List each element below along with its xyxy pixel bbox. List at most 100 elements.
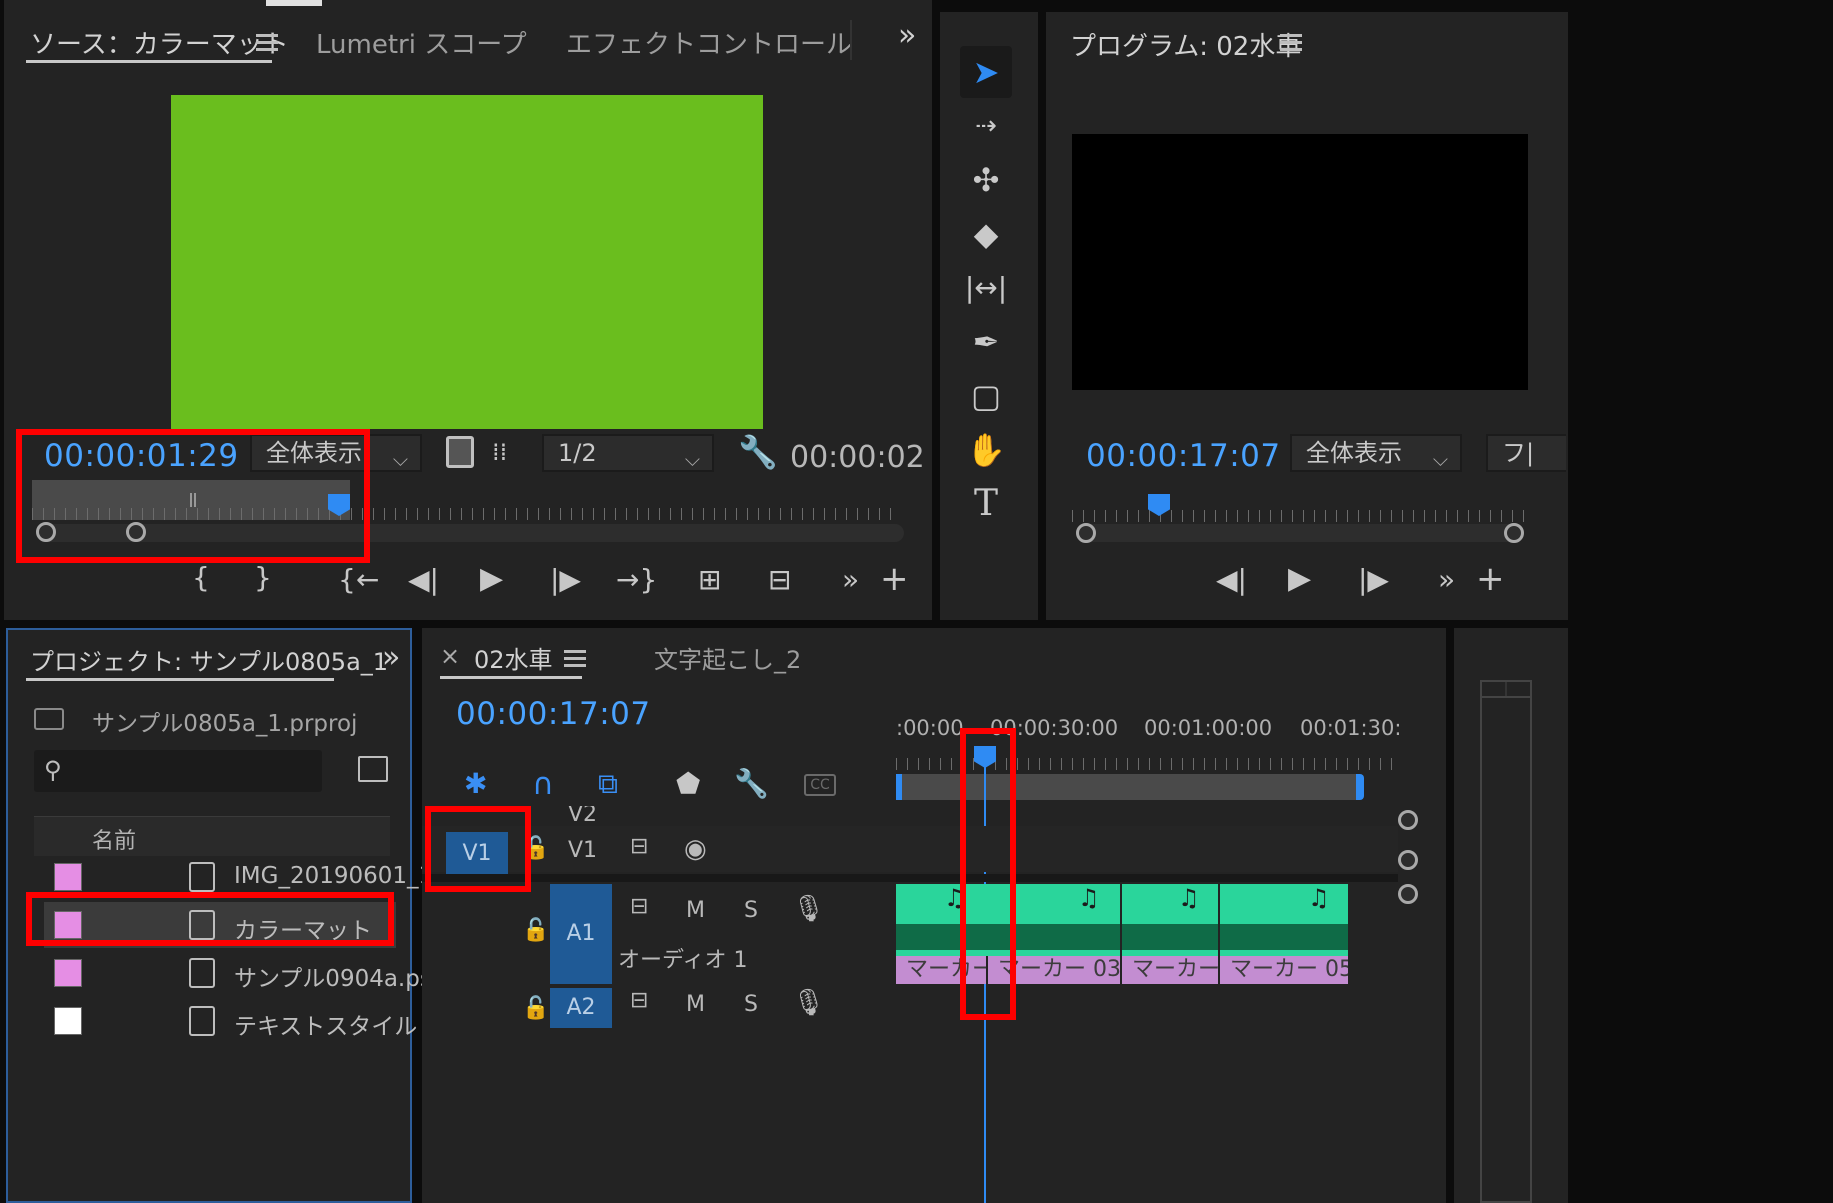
nest-sequence-icon[interactable]: ✱ <box>464 770 487 798</box>
solo-button[interactable]: S <box>744 992 758 1017</box>
scroll-handle-left[interactable] <box>1076 523 1096 543</box>
go-to-in-icon[interactable]: {← <box>338 566 379 594</box>
drag-video-audio-icon[interactable]: ⁞⁞ <box>492 440 507 464</box>
more-buttons-icon[interactable]: » <box>842 566 859 594</box>
export-frame-icon[interactable] <box>446 436 474 468</box>
project-title[interactable]: プロジェクト: サンプル0805a_1 <box>30 642 388 677</box>
clip-marker[interactable]: マーカー 05 <box>1220 956 1348 984</box>
hand-tool-icon[interactable]: ✋ <box>960 424 1012 476</box>
music-note-icon: ♫ <box>1178 884 1200 912</box>
selection-tool-icon[interactable]: ➤ <box>960 46 1012 98</box>
microphone-icon[interactable]: 🎙 <box>792 894 825 924</box>
track-scroll-handle[interactable] <box>1398 884 1418 904</box>
slip-tool-icon[interactable]: |↔| <box>960 262 1012 314</box>
microphone-icon[interactable]: 🎙 <box>792 988 825 1018</box>
track-scroll-handle[interactable] <box>1398 850 1418 870</box>
step-back-icon[interactable]: ◀| <box>408 566 439 594</box>
linked-selection-icon[interactable]: ⧉ <box>598 770 618 798</box>
lock-icon[interactable]: 🔓 <box>522 996 549 1021</box>
panel-menu-icon[interactable] <box>1280 34 1302 52</box>
ruler-label: 00:01:30: <box>1300 716 1402 740</box>
label-color-swatch[interactable] <box>54 863 82 891</box>
tab-indicator <box>266 0 322 6</box>
label-color-swatch[interactable] <box>54 959 82 987</box>
track-scroll-handle[interactable] <box>1398 810 1418 830</box>
list-item[interactable]: サンプル0904a.ps <box>44 950 432 996</box>
file-icon <box>189 862 215 892</box>
track-label-v1[interactable]: V1 <box>568 838 597 863</box>
step-back-icon[interactable]: ◀| <box>1216 566 1247 594</box>
track-select-tool-icon[interactable]: ⇢ <box>960 100 1012 152</box>
track-target-a1[interactable]: A1 <box>550 884 612 984</box>
ruler-label: 00:01:00:00 <box>1144 716 1273 740</box>
step-forward-icon[interactable]: |▶ <box>550 566 581 594</box>
work-area-end[interactable] <box>1356 774 1364 800</box>
close-tab-icon[interactable]: × <box>440 642 460 670</box>
timeline-panel: × 02水車 文字起こし_2 00:00:17:07 :00:00 00:00:… <box>422 628 1446 1203</box>
scroll-handle-right[interactable] <box>1504 523 1524 543</box>
sync-lock-icon[interactable]: ⊟ <box>630 988 648 1013</box>
tab-lumetri-scope[interactable]: Lumetri スコープ <box>316 24 527 61</box>
ripple-edit-tool-icon[interactable]: ✣ <box>960 154 1012 206</box>
rectangle-tool-icon[interactable]: ▢ <box>960 370 1012 422</box>
panel-menu-icon[interactable] <box>256 34 278 52</box>
highlight-color-matte-item <box>26 892 394 946</box>
mark-out-icon[interactable]: } <box>254 564 272 592</box>
column-header[interactable]: 名前 <box>34 816 390 856</box>
snap-icon[interactable]: ∩ <box>532 770 554 800</box>
highlight-v1-source-patch <box>425 806 531 892</box>
timeline-timecode[interactable]: 00:00:17:07 <box>456 696 651 732</box>
tab-effect-controls[interactable]: エフェクトコントロール <box>566 24 852 61</box>
resolution-dropdown[interactable]: 1/2 ⌵ <box>542 434 714 472</box>
audio-clip[interactable]: ♫ <box>1220 884 1348 956</box>
program-fit-dropdown[interactable]: フ| <box>1486 434 1566 472</box>
eye-icon[interactable]: ◉ <box>684 834 707 864</box>
overflow-tabs-icon[interactable]: » <box>898 18 916 53</box>
label-color-swatch[interactable] <box>54 1007 82 1035</box>
panel-menu-icon[interactable] <box>564 650 586 668</box>
lock-icon[interactable]: 🔓 <box>522 918 549 943</box>
program-time-ruler[interactable] <box>1072 492 1528 522</box>
program-preview <box>1072 134 1528 390</box>
overflow-tabs-icon[interactable]: » <box>382 640 400 675</box>
search-input[interactable]: ⚲ <box>34 750 322 792</box>
wrench-icon[interactable]: 🔧 <box>738 436 778 468</box>
solo-button[interactable]: S <box>744 898 758 923</box>
program-timecode[interactable]: 00:00:17:07 <box>1086 438 1281 474</box>
type-tool-icon[interactable]: T <box>960 478 1012 530</box>
tab-source[interactable]: ソース：カラーマット <box>30 24 289 61</box>
find-bin-icon[interactable] <box>358 756 388 782</box>
resolution-value: 1/2 <box>558 439 597 467</box>
waveform <box>1122 924 1218 950</box>
add-button-icon[interactable]: + <box>1476 562 1505 596</box>
wrench-icon[interactable]: 🔧 <box>734 770 769 798</box>
go-to-out-icon[interactable]: →} <box>616 566 657 594</box>
mark-in-icon[interactable]: { <box>192 564 210 592</box>
program-zoom-dropdown[interactable]: 全体表示 ⌵ <box>1290 434 1462 472</box>
more-buttons-icon[interactable]: » <box>1438 566 1455 594</box>
tab-sequence[interactable]: 02水車 <box>474 640 553 675</box>
add-button-icon[interactable]: + <box>880 562 909 596</box>
folder-up-icon[interactable] <box>34 708 64 730</box>
razor-tool-icon[interactable]: ◆ <box>960 208 1012 260</box>
sync-lock-icon[interactable]: ⊟ <box>630 894 648 919</box>
clip-marker[interactable]: マーカー <box>1122 956 1218 984</box>
pen-tool-icon[interactable]: ✒ <box>960 316 1012 368</box>
insert-icon[interactable]: ⊞ <box>698 566 721 594</box>
sync-lock-icon[interactable]: ⊟ <box>630 834 648 859</box>
play-icon[interactable]: ▶ <box>1288 564 1311 594</box>
mute-button[interactable]: M <box>686 992 705 1017</box>
mute-button[interactable]: M <box>686 898 705 923</box>
step-forward-icon[interactable]: |▶ <box>1358 566 1389 594</box>
audio-clip[interactable]: ♫ <box>1122 884 1218 956</box>
track-target-a2[interactable]: A2 <box>550 988 612 1028</box>
overwrite-icon[interactable]: ⊟ <box>768 566 791 594</box>
captions-icon[interactable]: CC <box>804 774 836 796</box>
program-zoom-scrollbar[interactable] <box>1076 524 1524 542</box>
list-item[interactable]: テキストスタイル <box>44 998 417 1044</box>
program-title[interactable]: プログラム: 02水車 <box>1070 26 1301 63</box>
add-marker-icon[interactable]: ⬟ <box>676 770 700 798</box>
tab-transcript[interactable]: 文字起こし_2 <box>654 640 801 675</box>
play-icon[interactable]: ▶ <box>480 564 503 594</box>
work-area-start[interactable] <box>896 774 902 800</box>
